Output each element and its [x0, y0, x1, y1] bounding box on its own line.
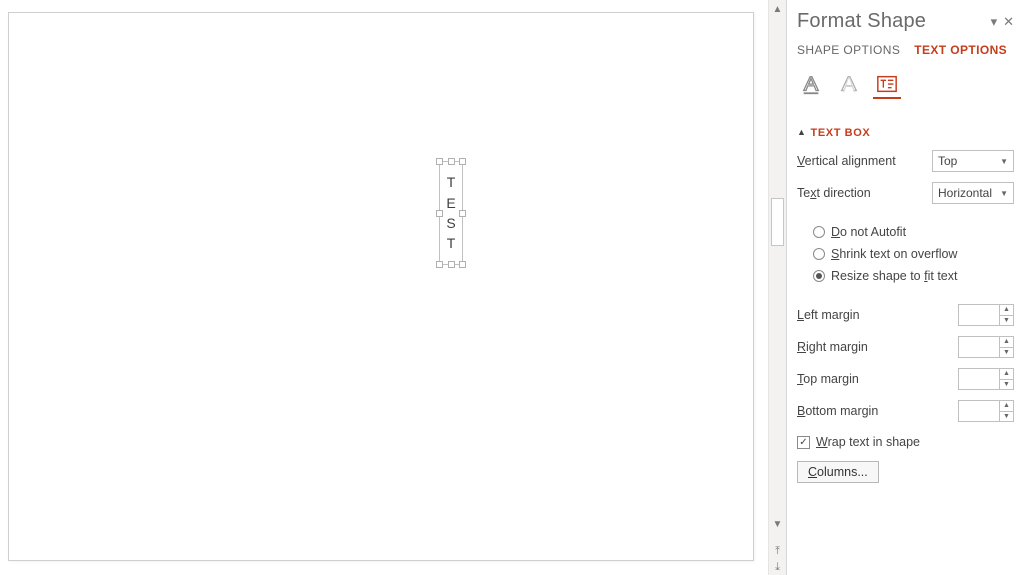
collapse-icon: ▲: [797, 127, 807, 137]
resize-handle[interactable]: [436, 261, 443, 268]
radio-do-not-autofit[interactable]: Do not Autofit Do not Autofit: [797, 221, 1014, 243]
radio-icon: [813, 226, 825, 238]
text-fill-outline-icon[interactable]: [797, 71, 825, 99]
scroll-up-icon[interactable]: ▲: [769, 0, 787, 18]
columns-button[interactable]: Columns...: [797, 461, 879, 483]
textbox-char: T: [447, 233, 456, 253]
label-text-direction: Text direction: [797, 186, 932, 200]
select-vertical-alignment[interactable]: Top ▼: [932, 150, 1014, 172]
input-left-margin[interactable]: ▲▼: [958, 304, 1014, 326]
input-top-margin[interactable]: ▲▼: [958, 368, 1014, 390]
checkbox-icon: ✓: [797, 436, 810, 449]
chevron-down-icon: ▼: [1000, 189, 1008, 198]
spinner-up-icon[interactable]: ▲: [1000, 305, 1013, 316]
textbox-selected[interactable]: T E S T: [439, 161, 463, 265]
label-top-margin: Top margin: [797, 372, 958, 386]
textbox-char: E: [446, 193, 455, 213]
label-left-margin: Left margin: [797, 308, 958, 322]
input-right-margin[interactable]: ▲▼: [958, 336, 1014, 358]
next-slide-icon[interactable]: ⤓: [769, 559, 787, 575]
checkbox-wrap-text[interactable]: ✓ Wrap text in shape Wrap text in shape: [797, 427, 1014, 457]
canvas-area: T E S T: [0, 0, 768, 575]
label-right-margin: Right margin: [797, 340, 958, 354]
radio-resize-to-fit[interactable]: Resize shape to fit text Resize shape to…: [797, 265, 1014, 287]
label-vertical-alignment: Vertical alignment: [797, 154, 932, 168]
radio-icon: [813, 248, 825, 260]
pane-title: Format Shape: [797, 10, 926, 33]
pane-tabs: SHAPE OPTIONS TEXT OPTIONS: [797, 43, 1014, 63]
radio-shrink-overflow[interactable]: Shrink text on overflow Shrink text on o…: [797, 243, 1014, 265]
spinner-down-icon[interactable]: ▼: [1000, 380, 1013, 390]
scroll-thumb[interactable]: [771, 198, 784, 246]
textbox-char: T: [447, 172, 456, 192]
input-bottom-margin[interactable]: ▲▼: [958, 400, 1014, 422]
format-shape-pane: Format Shape ▾ ✕ SHAPE OPTIONS TEXT OPTI…: [786, 0, 1024, 575]
spinner-down-icon[interactable]: ▼: [1000, 316, 1013, 326]
textbox-char: S: [446, 213, 455, 233]
prev-slide-icon[interactable]: ⤒: [769, 543, 787, 559]
spinner-up-icon[interactable]: ▲: [1000, 401, 1013, 412]
resize-handle[interactable]: [459, 158, 466, 165]
scroll-track[interactable]: [769, 18, 786, 515]
textbox-icon[interactable]: [873, 71, 901, 99]
pane-menu-icon[interactable]: ▾: [991, 14, 998, 30]
resize-handle[interactable]: [436, 210, 443, 217]
radio-icon: [813, 270, 825, 282]
spinner-down-icon[interactable]: ▼: [1000, 348, 1013, 358]
tab-text-options[interactable]: TEXT OPTIONS: [914, 43, 1007, 57]
slide[interactable]: T E S T: [8, 12, 754, 561]
chevron-down-icon: ▼: [1000, 157, 1008, 166]
app-root: T E S T ▲ ▼ ⤒ ⤓ Format Shape: [0, 0, 1024, 575]
vertical-scrollbar[interactable]: ▲ ▼ ⤒ ⤓: [768, 0, 786, 575]
tab-shape-options[interactable]: SHAPE OPTIONS: [797, 43, 900, 57]
select-text-direction[interactable]: Horizontal ▼: [932, 182, 1014, 204]
spinner-down-icon[interactable]: ▼: [1000, 412, 1013, 422]
label-bottom-margin: Bottom margin: [797, 404, 958, 418]
section-textbox[interactable]: ▲ TEXT BOX: [797, 121, 1014, 145]
scroll-down-icon[interactable]: ▼: [769, 515, 787, 533]
resize-handle[interactable]: [448, 158, 455, 165]
spinner-up-icon[interactable]: ▲: [1000, 369, 1013, 380]
resize-handle[interactable]: [459, 261, 466, 268]
text-effects-icon[interactable]: [835, 71, 863, 99]
resize-handle[interactable]: [436, 158, 443, 165]
spinner-up-icon[interactable]: ▲: [1000, 337, 1013, 348]
resize-handle[interactable]: [459, 210, 466, 217]
resize-handle[interactable]: [448, 261, 455, 268]
pane-close-icon[interactable]: ✕: [1003, 14, 1014, 30]
